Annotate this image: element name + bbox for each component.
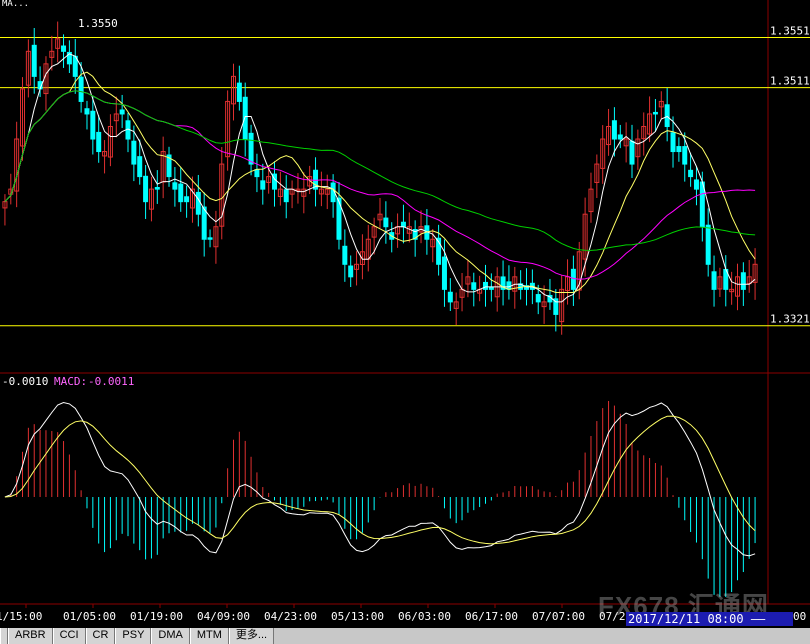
macd-legend-label: MACD:	[54, 375, 87, 388]
axis-tick-label: 00	[793, 610, 806, 623]
candle-body	[348, 265, 354, 278]
candle-body	[61, 45, 67, 52]
tab-cci[interactable]: CCI	[52, 628, 86, 644]
level-label: 1.3511	[770, 75, 810, 88]
candle-body	[652, 111, 658, 115]
tab-scroll-handle[interactable]	[0, 628, 8, 644]
candle-body	[90, 110, 96, 140]
tab-mtm[interactable]: MTM	[189, 628, 229, 644]
ma10-line	[4, 71, 756, 293]
candle-body	[260, 180, 266, 190]
candle-body	[705, 224, 711, 265]
axis-tick-label: 06/03:00	[398, 610, 451, 623]
ma5-line	[4, 53, 756, 303]
candle-body	[488, 286, 494, 290]
macd-panel	[4, 400, 756, 597]
axis-tick-label: 07/07:00	[532, 610, 585, 623]
candle-body	[96, 131, 102, 153]
candle-body	[535, 294, 541, 303]
candle-body	[682, 146, 688, 165]
candle-body	[195, 191, 201, 215]
candle-body	[611, 120, 617, 140]
candle-body	[400, 221, 406, 228]
tab-arbr[interactable]: ARBR	[8, 628, 53, 644]
axis-tick-label: 05/13:00	[331, 610, 384, 623]
candle-body	[688, 169, 694, 178]
candle-body	[84, 108, 90, 115]
cursor-date-box: 2017/12/11 08:00 ——	[626, 612, 793, 626]
candle-body	[471, 282, 477, 290]
candle-body	[711, 271, 717, 290]
candlesticks	[2, 21, 758, 335]
candle-body	[154, 187, 160, 190]
grid-lines	[0, 0, 810, 605]
axis-tick-label: 04/09:00	[197, 610, 250, 623]
dif-line	[4, 401, 756, 557]
candle-body	[664, 104, 670, 127]
candle-body	[629, 140, 635, 165]
candle-body	[506, 281, 512, 290]
axis-tick-label: 1/15:00	[0, 610, 42, 623]
chart-canvas[interactable]: 1.3551 1.3511 1.3321 1/15:00 01/05:00 01/19:…	[0, 0, 810, 628]
indicator-tab-bar: ARBR CCI CR PSY DMA MTM 更多...	[0, 628, 810, 644]
moving-averages	[4, 53, 756, 303]
candle-body	[670, 132, 676, 153]
candle-body	[482, 281, 488, 290]
tab-dma[interactable]: DMA	[151, 628, 190, 644]
candle-body	[693, 179, 699, 190]
level-label: 1.3321	[770, 313, 810, 326]
candle-body	[242, 96, 248, 140]
macd-legend-diff: -0.0010	[2, 375, 48, 388]
candle-body	[676, 146, 682, 153]
candle-body	[131, 140, 137, 165]
ma30-line	[4, 90, 756, 280]
candle-body	[236, 82, 242, 102]
candle-body	[184, 196, 190, 203]
candle-body	[31, 44, 37, 77]
candle-body	[283, 189, 289, 203]
axis-tick-label: 01/05:00	[63, 610, 116, 623]
candle-body	[740, 272, 746, 290]
candle-body	[447, 291, 453, 303]
candle-body	[207, 237, 213, 240]
candle-body	[617, 134, 623, 140]
candle-body	[383, 217, 389, 228]
level-label: 1.3551	[770, 25, 810, 38]
candle-body	[137, 156, 143, 178]
tab-cr[interactable]: CR	[85, 628, 116, 644]
high-marker-label: 1.3550	[78, 17, 118, 30]
candle-body	[342, 245, 348, 265]
dea-line	[4, 415, 756, 545]
candle-body	[441, 256, 447, 290]
candle-body	[119, 109, 125, 115]
candle-body	[248, 132, 254, 165]
axis-tick-label: 04/23:00	[264, 610, 317, 623]
candle-body	[201, 206, 207, 240]
candle-body	[143, 175, 149, 203]
macd-legend-value: -0.0011	[88, 375, 134, 388]
candle-body	[570, 268, 576, 290]
tab-more[interactable]: 更多...	[228, 628, 275, 644]
tab-psy[interactable]: PSY	[115, 628, 152, 644]
axis-tick-label: 06/17:00	[465, 610, 518, 623]
axis-tick-label: 01/19:00	[130, 610, 183, 623]
candle-body	[78, 76, 84, 102]
candle-body	[178, 183, 184, 203]
top-legend: MA...	[2, 0, 29, 9]
candle-body	[172, 182, 178, 190]
candle-body	[254, 169, 260, 178]
